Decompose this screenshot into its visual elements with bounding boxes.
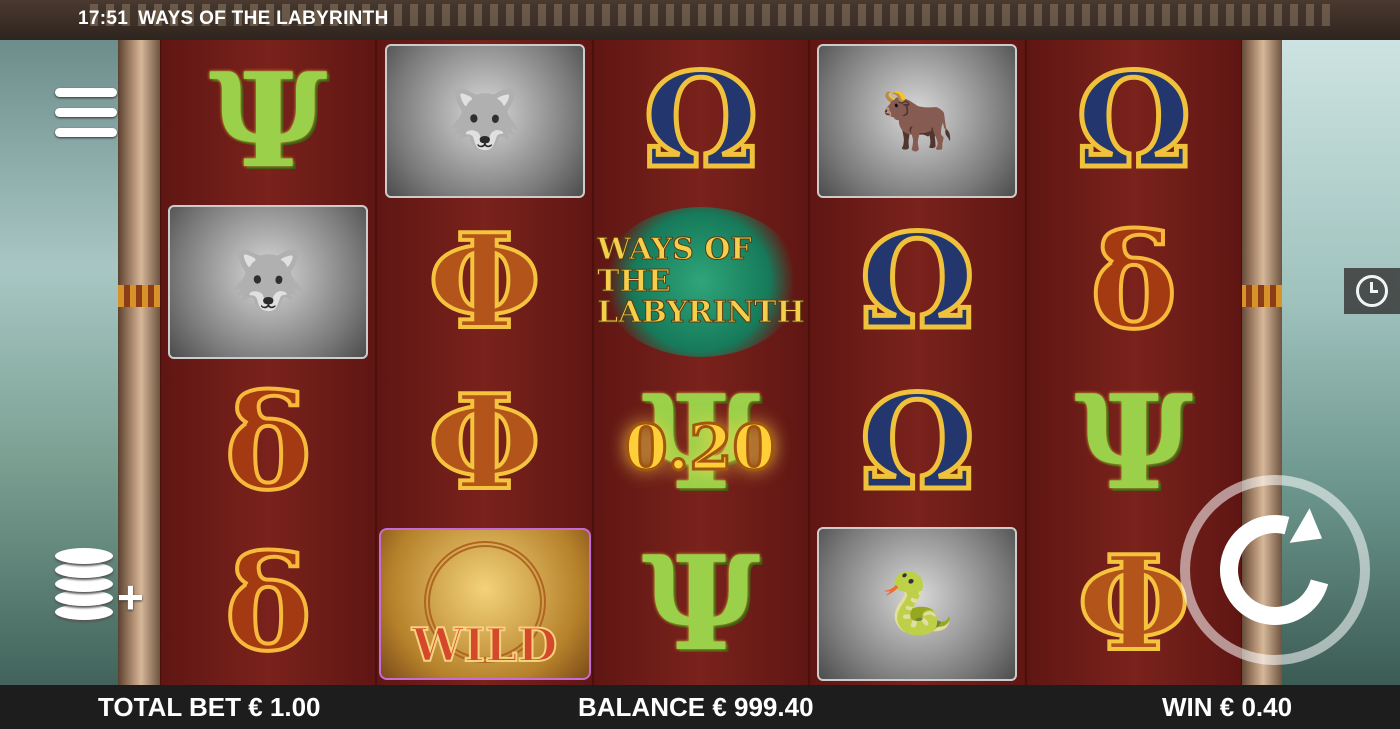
symbol-omega: Ω xyxy=(810,201,1024,362)
win-label: WIN € 0.40 xyxy=(1162,692,1293,722)
balance-label: BALANCE € 999.40 xyxy=(578,692,814,722)
symbol-cerberus: 🐺 xyxy=(377,40,591,201)
omega-rune-icon: Ω xyxy=(857,204,978,358)
symbol-wild: WILD xyxy=(377,523,591,684)
symbol-phi: Φ xyxy=(377,362,591,523)
symbol-delta: δ xyxy=(161,362,375,523)
cerberus-icon: 🐺 xyxy=(168,204,369,359)
symbol-psi: Ψ xyxy=(161,40,375,201)
top-bar: 17:51 WAYS OF THE LABYRINTH xyxy=(0,0,1400,40)
logo-text: WAYS OF THE LABYRINTH xyxy=(597,232,806,331)
spin-button[interactable] xyxy=(1180,475,1370,665)
wild-tile: WILD xyxy=(378,527,591,680)
symbol-omega: Ω xyxy=(594,40,808,201)
total-bet-label: TOTAL BET € 1.00 xyxy=(98,692,321,722)
delta-rune-icon: δ xyxy=(223,365,314,519)
reel-1: Ψ 🐺 δ δ xyxy=(160,40,377,685)
reel-2: 🐺 Φ Φ WILD xyxy=(376,40,593,685)
psi-rune-icon: Ψ xyxy=(1074,365,1194,519)
reel-4: 🐂 Ω Ω 🐍 xyxy=(809,40,1026,685)
omega-rune-icon: Ω xyxy=(857,365,978,519)
history-button[interactable] xyxy=(1344,268,1400,314)
medusa-icon: 🐍 xyxy=(817,526,1018,681)
phi-rune-icon: Φ xyxy=(426,204,543,358)
cerberus-icon: 🐺 xyxy=(384,43,585,198)
symbol-omega: Ω xyxy=(810,362,1024,523)
psi-rune-icon: Ψ xyxy=(641,526,761,680)
game-logo-symbol: WAYS OF THE LABYRINTH xyxy=(597,206,805,357)
phi-rune-icon: Φ xyxy=(426,365,543,519)
bet-settings-button[interactable]: + xyxy=(55,548,147,628)
reel-3: Ω WAYS OF THE LABYRINTH Ψ Ψ xyxy=(592,40,810,685)
symbol-cerberus: 🐺 xyxy=(161,201,375,362)
spin-arrow-icon xyxy=(1199,494,1351,646)
status-line: 17:51 WAYS OF THE LABYRINTH xyxy=(78,8,399,30)
wild-label: WILD xyxy=(411,617,558,673)
symbol-delta: δ xyxy=(1027,201,1241,362)
symbol-psi: Ψ xyxy=(1027,362,1241,523)
menu-button[interactable] xyxy=(55,88,117,146)
delta-rune-icon: δ xyxy=(223,526,314,680)
reel-grid: Ψ 🐺 δ δ 🐺 Φ Φ WILD Ω WAYS OF THE LABYRINTH Ψ Ψ 🐂 Ω Ω 🐍 Ω… xyxy=(160,40,1242,685)
symbol-delta: δ xyxy=(161,523,375,684)
symbol-logo: WAYS OF THE LABYRINTH xyxy=(594,201,808,362)
delta-rune-icon: δ xyxy=(1088,204,1179,358)
symbol-medusa: 🐍 xyxy=(810,523,1024,684)
history-clock-icon xyxy=(1356,275,1388,307)
symbol-phi: Φ xyxy=(377,201,591,362)
bottom-bar: TOTAL BET € 1.00 BALANCE € 999.40 WIN € … xyxy=(0,685,1400,729)
hamburger-icon xyxy=(55,88,117,97)
phi-rune-icon: Φ xyxy=(1075,526,1192,680)
minotaur-icon: 🐂 xyxy=(817,43,1018,198)
game-title: WAYS OF THE LABYRINTH xyxy=(138,8,389,29)
symbol-omega: Ω xyxy=(1027,40,1241,201)
omega-rune-icon: Ω xyxy=(1073,43,1194,197)
coins-plus-icon xyxy=(55,604,113,620)
psi-rune-icon: Ψ xyxy=(208,43,328,197)
win-amount-popup: 0.20 xyxy=(623,409,777,485)
symbol-psi: Ψ xyxy=(594,523,808,684)
clock-time: 17:51 xyxy=(78,8,129,29)
symbol-minotaur: 🐂 xyxy=(810,40,1024,201)
omega-rune-icon: Ω xyxy=(641,43,762,197)
